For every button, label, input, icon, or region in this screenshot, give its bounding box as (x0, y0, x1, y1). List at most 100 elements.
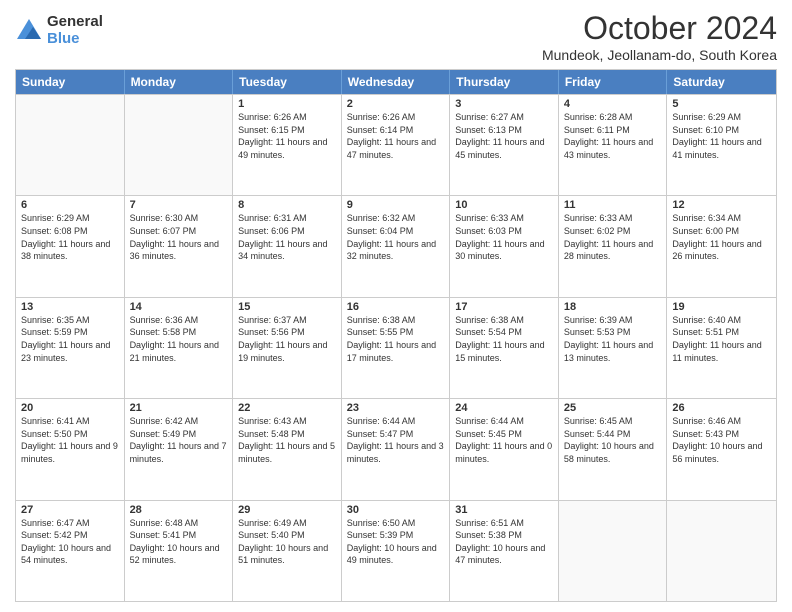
header: General Blue October 2024 Mundeok, Jeoll… (15, 10, 777, 63)
calendar-cell-25: 25Sunrise: 6:45 AM Sunset: 5:44 PM Dayli… (559, 399, 668, 499)
cell-info: Sunrise: 6:38 AM Sunset: 5:55 PM Dayligh… (347, 314, 445, 364)
logo-icon (15, 17, 43, 45)
calendar-cell-3: 3Sunrise: 6:27 AM Sunset: 6:13 PM Daylig… (450, 95, 559, 195)
header-day-monday: Monday (125, 70, 234, 94)
cell-info: Sunrise: 6:45 AM Sunset: 5:44 PM Dayligh… (564, 415, 662, 465)
calendar-cell-30: 30Sunrise: 6:50 AM Sunset: 5:39 PM Dayli… (342, 501, 451, 601)
logo: General Blue (15, 14, 103, 47)
calendar-cell-9: 9Sunrise: 6:32 AM Sunset: 6:04 PM Daylig… (342, 196, 451, 296)
calendar-cell-27: 27Sunrise: 6:47 AM Sunset: 5:42 PM Dayli… (16, 501, 125, 601)
calendar-cell-empty (16, 95, 125, 195)
day-number: 25 (564, 402, 662, 414)
calendar-cell-18: 18Sunrise: 6:39 AM Sunset: 5:53 PM Dayli… (559, 298, 668, 398)
calendar-cell-29: 29Sunrise: 6:49 AM Sunset: 5:40 PM Dayli… (233, 501, 342, 601)
header-day-saturday: Saturday (667, 70, 776, 94)
cell-info: Sunrise: 6:29 AM Sunset: 6:08 PM Dayligh… (21, 212, 119, 262)
cell-info: Sunrise: 6:49 AM Sunset: 5:40 PM Dayligh… (238, 517, 336, 567)
day-number: 29 (238, 504, 336, 516)
calendar-cell-2: 2Sunrise: 6:26 AM Sunset: 6:14 PM Daylig… (342, 95, 451, 195)
day-number: 19 (672, 301, 771, 313)
cell-info: Sunrise: 6:34 AM Sunset: 6:00 PM Dayligh… (672, 212, 771, 262)
day-number: 10 (455, 199, 553, 211)
calendar-cell-23: 23Sunrise: 6:44 AM Sunset: 5:47 PM Dayli… (342, 399, 451, 499)
day-number: 22 (238, 402, 336, 414)
month-title: October 2024 (542, 10, 777, 47)
calendar-cell-13: 13Sunrise: 6:35 AM Sunset: 5:59 PM Dayli… (16, 298, 125, 398)
calendar-cell-11: 11Sunrise: 6:33 AM Sunset: 6:02 PM Dayli… (559, 196, 668, 296)
day-number: 24 (455, 402, 553, 414)
calendar-cell-15: 15Sunrise: 6:37 AM Sunset: 5:56 PM Dayli… (233, 298, 342, 398)
cell-info: Sunrise: 6:38 AM Sunset: 5:54 PM Dayligh… (455, 314, 553, 364)
day-number: 26 (672, 402, 771, 414)
calendar-cell-14: 14Sunrise: 6:36 AM Sunset: 5:58 PM Dayli… (125, 298, 234, 398)
calendar-cell-21: 21Sunrise: 6:42 AM Sunset: 5:49 PM Dayli… (125, 399, 234, 499)
calendar-row-3: 13Sunrise: 6:35 AM Sunset: 5:59 PM Dayli… (16, 297, 776, 398)
day-number: 27 (21, 504, 119, 516)
calendar-cell-12: 12Sunrise: 6:34 AM Sunset: 6:00 PM Dayli… (667, 196, 776, 296)
day-number: 31 (455, 504, 553, 516)
day-number: 16 (347, 301, 445, 313)
day-number: 18 (564, 301, 662, 313)
day-number: 11 (564, 199, 662, 211)
calendar-cell-20: 20Sunrise: 6:41 AM Sunset: 5:50 PM Dayli… (16, 399, 125, 499)
calendar-cell-empty (667, 501, 776, 601)
day-number: 3 (455, 98, 553, 110)
day-number: 30 (347, 504, 445, 516)
calendar-header: SundayMondayTuesdayWednesdayThursdayFrid… (16, 70, 776, 94)
day-number: 1 (238, 98, 336, 110)
cell-info: Sunrise: 6:26 AM Sunset: 6:14 PM Dayligh… (347, 111, 445, 161)
day-number: 23 (347, 402, 445, 414)
calendar-cell-10: 10Sunrise: 6:33 AM Sunset: 6:03 PM Dayli… (450, 196, 559, 296)
day-number: 4 (564, 98, 662, 110)
cell-info: Sunrise: 6:44 AM Sunset: 5:47 PM Dayligh… (347, 415, 445, 465)
cell-info: Sunrise: 6:39 AM Sunset: 5:53 PM Dayligh… (564, 314, 662, 364)
calendar-cell-28: 28Sunrise: 6:48 AM Sunset: 5:41 PM Dayli… (125, 501, 234, 601)
cell-info: Sunrise: 6:35 AM Sunset: 5:59 PM Dayligh… (21, 314, 119, 364)
cell-info: Sunrise: 6:40 AM Sunset: 5:51 PM Dayligh… (672, 314, 771, 364)
day-number: 8 (238, 199, 336, 211)
day-number: 13 (21, 301, 119, 313)
cell-info: Sunrise: 6:33 AM Sunset: 6:03 PM Dayligh… (455, 212, 553, 262)
cell-info: Sunrise: 6:43 AM Sunset: 5:48 PM Dayligh… (238, 415, 336, 465)
cell-info: Sunrise: 6:47 AM Sunset: 5:42 PM Dayligh… (21, 517, 119, 567)
cell-info: Sunrise: 6:32 AM Sunset: 6:04 PM Dayligh… (347, 212, 445, 262)
calendar-cell-5: 5Sunrise: 6:29 AM Sunset: 6:10 PM Daylig… (667, 95, 776, 195)
day-number: 9 (347, 199, 445, 211)
day-number: 20 (21, 402, 119, 414)
cell-info: Sunrise: 6:44 AM Sunset: 5:45 PM Dayligh… (455, 415, 553, 465)
calendar-row-4: 20Sunrise: 6:41 AM Sunset: 5:50 PM Dayli… (16, 398, 776, 499)
calendar-body: 1Sunrise: 6:26 AM Sunset: 6:15 PM Daylig… (16, 94, 776, 601)
cell-info: Sunrise: 6:41 AM Sunset: 5:50 PM Dayligh… (21, 415, 119, 465)
calendar-cell-empty (559, 501, 668, 601)
header-day-friday: Friday (559, 70, 668, 94)
calendar-cell-empty (125, 95, 234, 195)
cell-info: Sunrise: 6:33 AM Sunset: 6:02 PM Dayligh… (564, 212, 662, 262)
calendar-cell-19: 19Sunrise: 6:40 AM Sunset: 5:51 PM Dayli… (667, 298, 776, 398)
calendar-cell-1: 1Sunrise: 6:26 AM Sunset: 6:15 PM Daylig… (233, 95, 342, 195)
day-number: 15 (238, 301, 336, 313)
day-number: 12 (672, 199, 771, 211)
calendar-cell-26: 26Sunrise: 6:46 AM Sunset: 5:43 PM Dayli… (667, 399, 776, 499)
calendar-row-1: 1Sunrise: 6:26 AM Sunset: 6:15 PM Daylig… (16, 94, 776, 195)
day-number: 7 (130, 199, 228, 211)
calendar-cell-7: 7Sunrise: 6:30 AM Sunset: 6:07 PM Daylig… (125, 196, 234, 296)
cell-info: Sunrise: 6:48 AM Sunset: 5:41 PM Dayligh… (130, 517, 228, 567)
cell-info: Sunrise: 6:29 AM Sunset: 6:10 PM Dayligh… (672, 111, 771, 161)
cell-info: Sunrise: 6:50 AM Sunset: 5:39 PM Dayligh… (347, 517, 445, 567)
header-day-sunday: Sunday (16, 70, 125, 94)
calendar-cell-24: 24Sunrise: 6:44 AM Sunset: 5:45 PM Dayli… (450, 399, 559, 499)
cell-info: Sunrise: 6:37 AM Sunset: 5:56 PM Dayligh… (238, 314, 336, 364)
day-number: 21 (130, 402, 228, 414)
calendar-cell-17: 17Sunrise: 6:38 AM Sunset: 5:54 PM Dayli… (450, 298, 559, 398)
cell-info: Sunrise: 6:30 AM Sunset: 6:07 PM Dayligh… (130, 212, 228, 262)
day-number: 2 (347, 98, 445, 110)
calendar: SundayMondayTuesdayWednesdayThursdayFrid… (15, 69, 777, 602)
calendar-cell-4: 4Sunrise: 6:28 AM Sunset: 6:11 PM Daylig… (559, 95, 668, 195)
page: General Blue October 2024 Mundeok, Jeoll… (0, 0, 792, 612)
logo-blue: Blue (47, 31, 103, 48)
cell-info: Sunrise: 6:36 AM Sunset: 5:58 PM Dayligh… (130, 314, 228, 364)
cell-info: Sunrise: 6:27 AM Sunset: 6:13 PM Dayligh… (455, 111, 553, 161)
day-number: 6 (21, 199, 119, 211)
cell-info: Sunrise: 6:46 AM Sunset: 5:43 PM Dayligh… (672, 415, 771, 465)
day-number: 14 (130, 301, 228, 313)
